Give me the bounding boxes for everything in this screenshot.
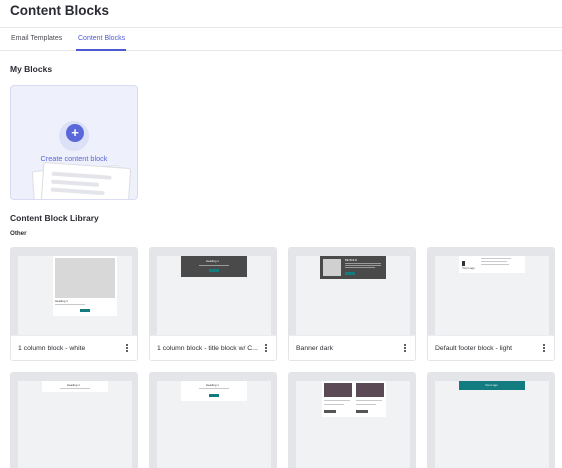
block-thumbnail-area: BE BOLD <box>289 248 415 335</box>
block-preview: Heading 1 <box>18 256 132 335</box>
email-thumbnail: Heading 1 <box>53 256 117 316</box>
block-card[interactable]: Heading 1 <box>149 372 277 468</box>
block-card[interactable]: Your Logo <box>427 372 555 468</box>
image-placeholder <box>323 259 341 276</box>
block-name: Banner dark <box>296 345 334 352</box>
thumb-text-line <box>345 267 375 268</box>
block-name: 1 column block - white <box>18 345 86 352</box>
thumb-button <box>356 410 368 413</box>
page-title: Content Blocks <box>10 3 110 18</box>
email-thumbnail: Heading 1 <box>181 381 247 401</box>
block-preview: Heading 1 <box>18 381 132 468</box>
thumb-text-line <box>60 388 90 389</box>
block-card[interactable]: Heading 1 1 column block - white <box>10 247 138 361</box>
tab-email-templates[interactable]: Email Templates <box>11 35 62 42</box>
block-name: 1 column block - title block w/ C... <box>157 345 258 352</box>
thumb-text-line <box>199 265 229 266</box>
thumb-text-line <box>356 404 376 405</box>
plus-icon[interactable]: + <box>66 124 84 142</box>
email-thumbnail: BE BOLD <box>320 256 386 279</box>
block-card[interactable]: Heading 1 <box>10 372 138 468</box>
block-card-footer: 1 column block - white <box>11 335 137 360</box>
block-card-footer: 1 column block - title block w/ C... <box>150 335 276 360</box>
block-preview: BE BOLD <box>296 256 410 335</box>
thumb-text-line <box>481 264 509 265</box>
thumb-button <box>80 309 90 312</box>
thumb-button <box>209 394 219 397</box>
email-thumbnail: Your Logo <box>459 256 525 273</box>
thumb-text-line <box>345 263 381 264</box>
thumb-logo: Your Logo <box>485 383 498 387</box>
block-preview: Your Logo <box>435 256 549 335</box>
paper-illustration <box>40 161 132 199</box>
email-thumbnail <box>322 381 386 417</box>
thumb-heading: Heading 1 <box>67 383 80 387</box>
email-thumbnail: Heading 1 <box>181 256 247 277</box>
block-preview: Heading 1 <box>157 256 271 335</box>
create-content-block-card[interactable]: + Create content block <box>10 85 138 200</box>
image-placeholder <box>356 383 384 397</box>
block-preview <box>296 381 410 468</box>
block-card[interactable]: Heading 1 1 column block - title block w… <box>149 247 277 361</box>
thumb-banner-title: BE BOLD <box>345 258 358 262</box>
thumb-text-line <box>345 265 381 266</box>
block-card-footer: Default footer block - light <box>428 335 554 360</box>
more-options-icon[interactable] <box>403 344 407 354</box>
thumb-text-line <box>199 388 229 389</box>
block-thumbnail-area: Heading 1 <box>150 248 276 335</box>
block-thumbnail-area: Heading 1 <box>150 373 276 468</box>
thumb-button <box>324 410 336 413</box>
block-thumbnail-area: Your Logo <box>428 248 554 335</box>
block-thumbnail-area: Heading 1 <box>11 248 137 335</box>
thumb-logo: Your Logo <box>462 266 475 270</box>
more-options-icon[interactable] <box>542 344 546 354</box>
library-heading: Content Block Library <box>10 213 99 223</box>
email-thumbnail: Heading 1 <box>42 381 108 392</box>
block-card[interactable] <box>288 372 416 468</box>
create-content-block-label[interactable]: Create content block <box>11 154 137 163</box>
block-card-footer: Banner dark <box>289 335 415 360</box>
thumb-heading: Heading 1 <box>55 299 68 303</box>
category-label: Other <box>10 230 27 237</box>
block-preview: Heading 1 <box>157 381 271 468</box>
block-thumbnail-area <box>289 373 415 468</box>
tab-bar: Email Templates Content Blocks <box>0 27 562 51</box>
active-tab-indicator <box>76 49 126 51</box>
block-preview: Your Logo <box>435 381 549 468</box>
email-thumbnail: Your Logo <box>459 381 525 390</box>
thumb-text-line <box>481 258 511 259</box>
thumb-text-line <box>481 261 507 262</box>
more-options-icon[interactable] <box>264 344 268 354</box>
more-options-icon[interactable] <box>125 344 129 354</box>
thumb-text-line <box>324 400 350 401</box>
thumb-heading: Heading 1 <box>206 259 219 263</box>
image-placeholder <box>55 258 115 298</box>
thumb-button <box>345 272 355 275</box>
block-thumbnail-area: Your Logo <box>428 373 554 468</box>
thumb-heading: Heading 1 <box>206 383 219 387</box>
block-name: Default footer block - light <box>435 345 513 352</box>
thumb-text-line <box>356 400 382 401</box>
my-blocks-heading: My Blocks <box>10 64 53 74</box>
block-card[interactable]: BE BOLD Banner dark <box>288 247 416 361</box>
thumb-button <box>209 269 219 272</box>
block-thumbnail-area: Heading 1 <box>11 373 137 468</box>
block-card[interactable]: Your Logo Default footer block - light <box>427 247 555 361</box>
thumb-text-line <box>324 404 344 405</box>
tab-content-blocks[interactable]: Content Blocks <box>78 35 125 42</box>
image-placeholder <box>324 383 352 397</box>
thumb-text-line <box>55 304 85 305</box>
